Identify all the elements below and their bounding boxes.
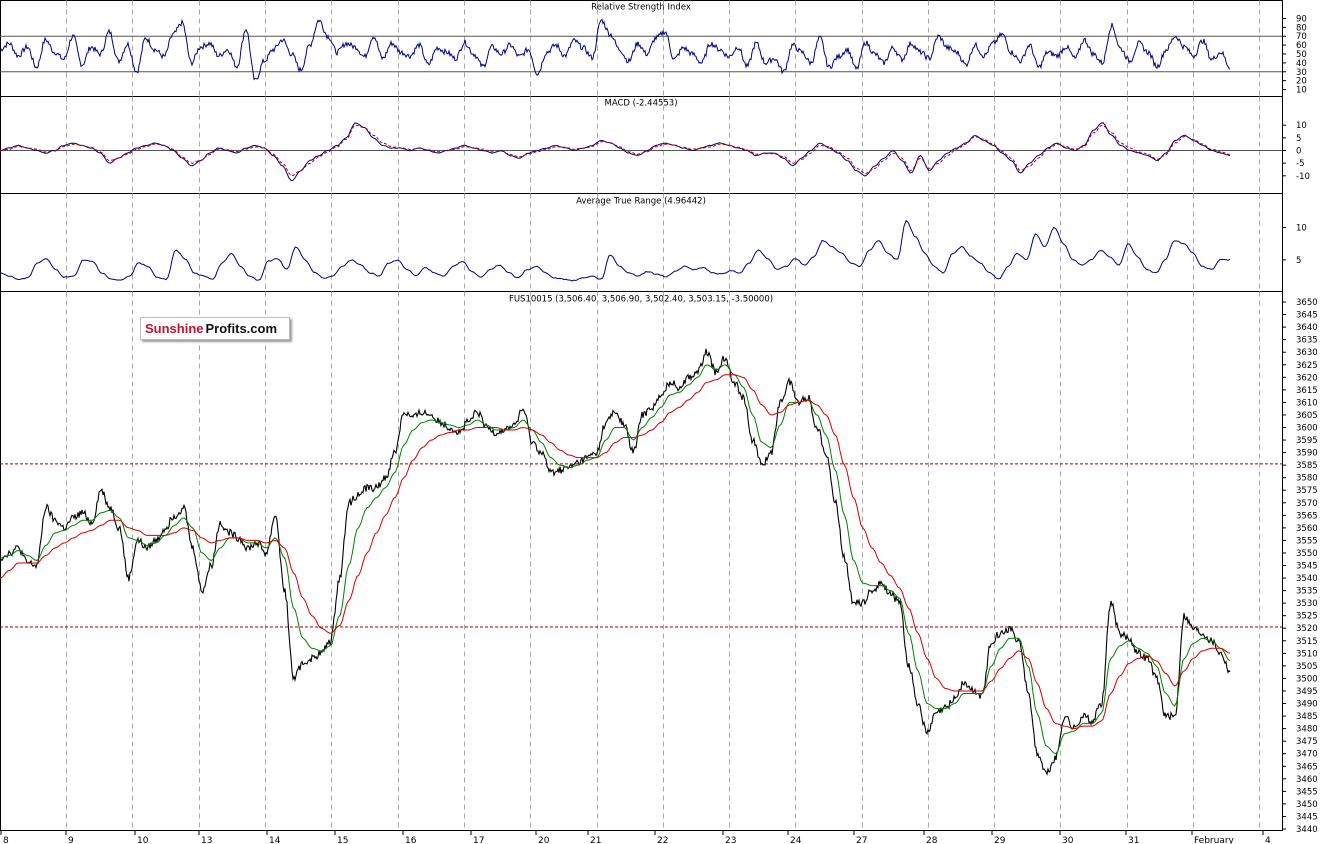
price-tick-label: 3595 bbox=[1296, 436, 1318, 446]
price-tick-label: 3580 bbox=[1296, 474, 1318, 484]
x-tick-label: 4 bbox=[1265, 836, 1271, 844]
price-tick-label: 3490 bbox=[1296, 700, 1318, 710]
atr-panel-frame bbox=[0, 193, 1283, 292]
price-tick-label: 3525 bbox=[1296, 612, 1318, 622]
rsi-tick-label: 60 bbox=[1296, 41, 1307, 51]
macd-title: MACD (-2.44553) bbox=[604, 99, 677, 109]
x-tick-label: 30 bbox=[1062, 836, 1074, 844]
price-tick-label: 3615 bbox=[1296, 386, 1318, 396]
price-tick-label: 3480 bbox=[1296, 725, 1318, 735]
atr-panel: Average True Range (4.96442) 5 10 bbox=[0, 193, 1307, 292]
stock-chart: Relative Strength Index 1020304050607080… bbox=[0, 0, 1318, 844]
logo-part-profits: Profits.com bbox=[203, 318, 278, 339]
price-tick-label: 3540 bbox=[1296, 574, 1318, 584]
macd-tick-label: 5 bbox=[1296, 134, 1301, 144]
macd-tick-label: -10 bbox=[1296, 172, 1310, 182]
x-tick-label: February bbox=[1194, 836, 1235, 844]
x-tick-label: 28 bbox=[926, 836, 938, 844]
price-tick-label: 3600 bbox=[1296, 423, 1318, 433]
price-tick-label: 3555 bbox=[1296, 536, 1318, 546]
rsi-title: Relative Strength Index bbox=[591, 3, 691, 13]
price-tick-label: 3495 bbox=[1296, 687, 1318, 697]
price-tick-label: 3545 bbox=[1296, 562, 1318, 572]
macd-y-axis: -10 -5 0 5 10 bbox=[1282, 96, 1310, 194]
rsi-tick-label: 20 bbox=[1296, 77, 1307, 87]
price-tick-label: 3565 bbox=[1296, 511, 1318, 521]
price-tick-label: 3585 bbox=[1296, 461, 1318, 471]
rsi-tick-label: 10 bbox=[1296, 86, 1307, 96]
price-tick-label: 3465 bbox=[1296, 762, 1318, 772]
x-tick-label: 21 bbox=[590, 836, 601, 844]
price-tick-label: 3635 bbox=[1296, 336, 1318, 346]
atr-y-axis: 5 10 bbox=[1282, 193, 1307, 292]
x-axis: 8 9 10 13 14 15 16 17 20 21 22 23 24 27 28 29 30 31 Februa… bbox=[0, 830, 1283, 844]
macd-tick-label: 10 bbox=[1296, 121, 1307, 131]
rsi-tick-label: 80 bbox=[1296, 23, 1307, 33]
macd-panel-frame bbox=[0, 96, 1283, 194]
price-tick-label: 3560 bbox=[1296, 524, 1318, 534]
atr-tick-label: 10 bbox=[1296, 223, 1307, 233]
price-tick-label: 3510 bbox=[1296, 649, 1318, 659]
price-tick-label: 3605 bbox=[1296, 411, 1318, 421]
x-tick-label: 31 bbox=[1128, 836, 1139, 844]
atr-title: Average True Range (4.96442) bbox=[576, 197, 706, 207]
price-tick-label: 3505 bbox=[1296, 662, 1318, 672]
macd-tick-label: 0 bbox=[1296, 147, 1301, 157]
macd-tick-label: -5 bbox=[1296, 159, 1304, 169]
price-tick-label: 3620 bbox=[1296, 373, 1318, 383]
x-tick-label: 24 bbox=[790, 836, 802, 844]
price-tick-label: 3460 bbox=[1296, 775, 1318, 785]
price-tick-label: 3500 bbox=[1296, 674, 1318, 684]
x-tick-label: 8 bbox=[3, 836, 9, 844]
price-y-axis: 3440 3445 3450 3455 3460 3465 3470 3475 3480 3485… bbox=[1282, 291, 1318, 835]
rsi-tick-label: 40 bbox=[1296, 59, 1307, 69]
x-tick-label: 20 bbox=[538, 836, 550, 844]
price-tick-label: 3645 bbox=[1296, 311, 1318, 321]
price-panel: FUS10015 (3,506.40, 3,506.90, 3,502.40, … bbox=[0, 291, 1318, 835]
macd-panel: MACD (-2.44553) -10 -5 0 5 10 bbox=[0, 96, 1310, 194]
x-tick-label: 15 bbox=[337, 836, 348, 844]
price-tick-label: 3530 bbox=[1296, 599, 1318, 609]
rsi-tick-label: 30 bbox=[1296, 68, 1307, 78]
price-panel-frame bbox=[0, 291, 1283, 831]
x-tick-label: 14 bbox=[269, 836, 281, 844]
price-tick-label: 3590 bbox=[1296, 449, 1318, 459]
rsi-y-axis: 102030405060708090 bbox=[1282, 0, 1307, 97]
price-tick-label: 3535 bbox=[1296, 587, 1318, 597]
price-tick-label: 3475 bbox=[1296, 737, 1318, 747]
rsi-tick-label: 90 bbox=[1296, 14, 1307, 24]
price-tick-label: 3470 bbox=[1296, 750, 1318, 760]
x-tick-label: 22 bbox=[657, 836, 668, 844]
price-tick-label: 3650 bbox=[1296, 298, 1318, 308]
rsi-panel: Relative Strength Index 1020304050607080… bbox=[0, 0, 1307, 97]
x-tick-label: 9 bbox=[68, 836, 74, 844]
price-tick-label: 3445 bbox=[1296, 812, 1318, 822]
atr-tick-label: 5 bbox=[1296, 256, 1301, 266]
price-tick-label: 3575 bbox=[1296, 486, 1318, 496]
x-tick-label: 23 bbox=[725, 836, 736, 844]
price-tick-label: 3570 bbox=[1296, 499, 1318, 509]
price-tick-label: 3520 bbox=[1296, 624, 1318, 634]
x-tick-label: 29 bbox=[994, 836, 1006, 844]
x-tick-label: 27 bbox=[856, 836, 867, 844]
x-tick-label: 17 bbox=[473, 836, 484, 844]
logo-part-sunshine: Sunshine bbox=[145, 321, 204, 336]
price-tick-label: 3440 bbox=[1296, 825, 1318, 835]
x-tick-label: 16 bbox=[405, 836, 417, 844]
price-tick-label: 3630 bbox=[1296, 348, 1318, 358]
price-tick-label: 3610 bbox=[1296, 398, 1318, 408]
x-tick-label: 13 bbox=[201, 836, 212, 844]
price-title: FUS10015 (3,506.40, 3,506.90, 3,502.40, … bbox=[509, 295, 773, 305]
price-tick-label: 3450 bbox=[1296, 800, 1318, 810]
sunshine-profits-logo: Sunshine Profits.com bbox=[140, 317, 290, 340]
x-tick-label: 10 bbox=[137, 836, 149, 844]
price-tick-label: 3550 bbox=[1296, 549, 1318, 559]
rsi-tick-label: 70 bbox=[1296, 32, 1307, 42]
price-tick-label: 3485 bbox=[1296, 712, 1318, 722]
price-tick-label: 3455 bbox=[1296, 787, 1318, 797]
price-tick-label: 3515 bbox=[1296, 637, 1318, 647]
price-tick-label: 3640 bbox=[1296, 323, 1318, 333]
price-tick-label: 3625 bbox=[1296, 361, 1318, 371]
rsi-tick-label: 50 bbox=[1296, 50, 1307, 60]
